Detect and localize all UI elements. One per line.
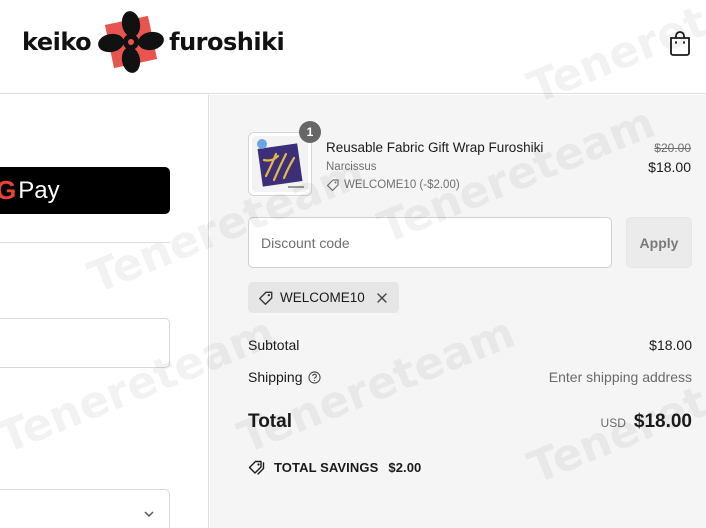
brand-word-keiko: keiko [22,28,92,56]
checkout-form-column: G Pay [0,95,209,528]
total-savings-label: TOTAL SAVINGS [274,459,379,475]
shipping-value: Enter shipping address [548,369,692,385]
total-value-group: USD $18.00 [601,411,692,433]
google-pay-button[interactable]: G Pay [0,167,170,214]
original-price: $20.00 [654,141,691,155]
discounted-price: $18.00 [648,159,691,175]
tag-icon [326,179,339,192]
subtotal-row: Subtotal $18.00 [248,337,692,353]
shipping-row: Shipping Enter shipping address [248,369,692,385]
apply-discount-button[interactable]: Apply [626,217,692,268]
total-currency: USD [600,416,626,430]
site-header: keiko furoshiki [0,0,706,94]
product-discount-text: WELCOME10 (-$2.00) [344,179,460,191]
total-savings: TOTAL SAVINGS $2.00 [248,459,421,475]
quantity-badge: 1 [299,121,321,143]
product-discount-line: WELCOME10 (-$2.00) [326,178,460,192]
section-divider [0,242,170,243]
tags-icon [248,460,265,475]
tag-icon [259,291,273,305]
discount-code-input[interactable] [248,217,612,268]
brand-word-furoshiki: furoshiki [169,28,285,56]
order-summary: 1 Reusable Fabric Gift Wrap Furoshiki Na… [210,95,706,528]
remove-discount-close-icon[interactable] [375,291,389,305]
total-label: Total [248,411,292,432]
total-row: Total USD $18.00 [248,411,692,433]
total-value: $18.00 [633,411,692,432]
furoshiki-logo-icon [98,11,165,73]
google-g-icon: G [0,175,17,205]
product-image [252,136,308,192]
gpay-label: Pay [18,176,60,204]
shipping-label: Shipping [248,369,303,385]
fabric-pattern-image [252,136,308,192]
applied-discount-code: WELCOME10 [280,290,365,305]
subtotal-value: $18.00 [649,337,692,353]
product-thumbnail: 1 [248,121,321,196]
product-variant: Narcissus [326,161,377,173]
help-circle-icon[interactable] [307,370,321,384]
total-savings-value: $2.00 [388,459,422,475]
shipping-label-group: Shipping [248,369,321,385]
subtotal-label: Subtotal [248,337,300,353]
chevron-down-icon [144,511,154,518]
brand-logo[interactable]: keiko furoshiki [22,10,285,74]
shopping-bag-icon[interactable] [668,30,692,56]
product-name: Reusable Fabric Gift Wrap Furoshiki [326,140,544,155]
form-select-field[interactable] [0,489,170,528]
applied-discount-chip: WELCOME10 [248,282,399,313]
form-input-field[interactable] [0,318,170,368]
